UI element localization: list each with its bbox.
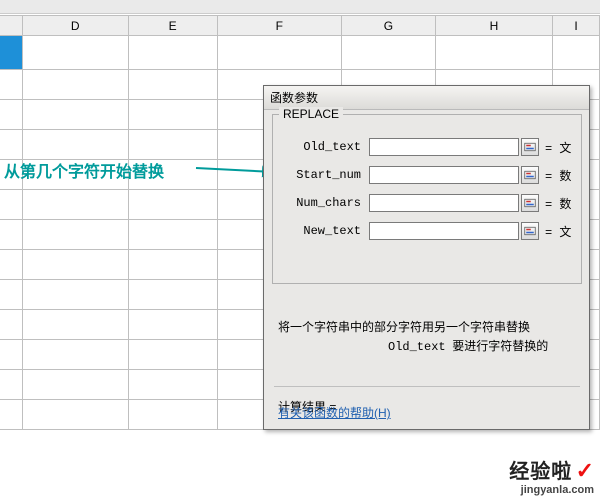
range-picker-icon[interactable]: [521, 194, 539, 212]
function-args-dialog: 函数参数 REPLACE Old_text= 文Start_num= 数Num_…: [263, 85, 590, 430]
param-input-start_num[interactable]: [369, 166, 519, 184]
param-input-new_text[interactable]: [369, 222, 519, 240]
column-header[interactable]: C: [0, 16, 22, 36]
param-eq: = 数: [545, 167, 571, 184]
column-header[interactable]: F: [217, 16, 341, 36]
param-label: Num_chars: [273, 196, 369, 210]
watermark-logo: 经验啦 ✓ jingyanla.com: [509, 455, 594, 496]
desc-param-label: Old_text: [388, 340, 446, 354]
dialog-groupbox: REPLACE Old_text= 文Start_num= 数Num_chars…: [272, 114, 582, 284]
header-cell: 编号: [0, 36, 22, 70]
range-picker-icon[interactable]: [521, 138, 539, 156]
param-label: Start_num: [273, 168, 369, 182]
param-row: New_text = 文: [273, 217, 581, 245]
dialog-description: 将一个字符串中的部分字符用另一个字符串替换 Old_text 要进行字符替换的: [278, 318, 578, 357]
divider: [274, 386, 580, 387]
param-eq: = 文: [545, 223, 571, 240]
param-row: Old_text = 文: [273, 133, 581, 161]
column-header[interactable]: D: [22, 16, 128, 36]
param-label: Old_text: [273, 140, 369, 154]
column-header[interactable]: G: [341, 16, 435, 36]
range-picker-icon[interactable]: [521, 166, 539, 184]
param-label: New_text: [273, 224, 369, 238]
param-input-old_text[interactable]: [369, 138, 519, 156]
param-row: Num_chars = 数: [273, 189, 581, 217]
check-icon: ✓: [576, 458, 594, 483]
param-eq: = 文: [545, 139, 571, 156]
range-picker-icon[interactable]: [521, 222, 539, 240]
formula-cell[interactable]: PLACE(): [0, 70, 22, 100]
param-input-num_chars[interactable]: [369, 194, 519, 212]
desc-line1: 将一个字符串中的部分字符用另一个字符串替换: [278, 320, 530, 334]
param-row: Start_num = 数: [273, 161, 581, 189]
help-link[interactable]: 有关该函数的帮助(H): [278, 404, 391, 421]
column-header[interactable]: I: [553, 16, 600, 36]
column-header[interactable]: E: [128, 16, 217, 36]
desc-param-text: 要进行字符替换的: [452, 339, 548, 353]
param-eq: = 数: [545, 195, 571, 212]
formula-bar-stub: [0, 0, 600, 14]
column-header[interactable]: H: [435, 16, 552, 36]
group-label: REPLACE: [279, 107, 343, 121]
